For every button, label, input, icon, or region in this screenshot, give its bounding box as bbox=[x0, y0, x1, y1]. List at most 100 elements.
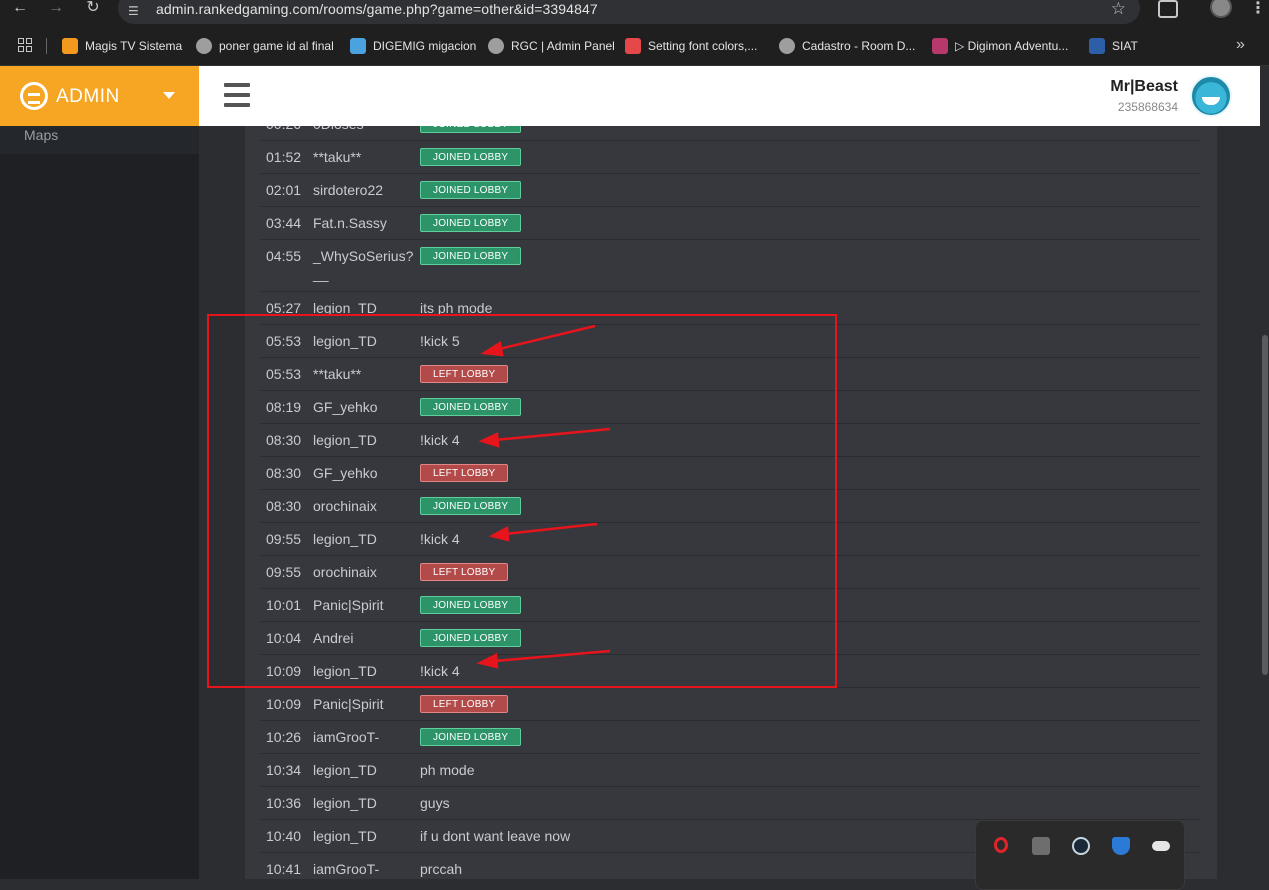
sidebar-item-label[interactable]: Maps bbox=[24, 127, 58, 143]
log-user[interactable]: **taku** bbox=[313, 366, 361, 382]
log-user-continued: __ bbox=[313, 266, 329, 282]
log-message: ph mode bbox=[420, 762, 475, 778]
forward-arrow-icon[interactable]: → bbox=[42, 0, 70, 18]
folder-icon[interactable] bbox=[1032, 837, 1050, 855]
bookmark-item[interactable]: poner game id al final bbox=[196, 37, 334, 55]
scrollbar-thumb[interactable] bbox=[1262, 335, 1268, 675]
url-text[interactable]: admin.rankedgaming.com/rooms/game.php?ga… bbox=[156, 1, 598, 17]
address-bar[interactable]: ☰ admin.rankedgaming.com/rooms/game.php?… bbox=[118, 0, 1140, 24]
log-user[interactable]: legion_TD bbox=[313, 531, 377, 547]
log-message: !kick 4 bbox=[420, 531, 460, 547]
bookmark-favicon-icon bbox=[1089, 38, 1105, 54]
log-time: 08:19 bbox=[266, 399, 302, 415]
joined-lobby-badge: JOINED LOBBY bbox=[420, 629, 522, 647]
log-user[interactable]: orochinaix bbox=[313, 564, 377, 580]
table-row: 09:55 orochinaix LEFT LOBBY bbox=[261, 556, 1201, 589]
brand-header[interactable]: ADMIN bbox=[0, 66, 199, 126]
bookmark-label[interactable]: Setting font colors,... bbox=[648, 39, 757, 53]
left-lobby-badge: LEFT LOBBY bbox=[420, 365, 509, 383]
log-user[interactable]: GF_yehko bbox=[313, 465, 378, 481]
log-user[interactable]: sirdotero22 bbox=[313, 182, 383, 198]
log-time: 03:44 bbox=[266, 215, 302, 231]
bookmark-label[interactable]: poner game id al final bbox=[219, 39, 334, 53]
brand-title: ADMIN bbox=[56, 86, 120, 107]
caret-down-icon[interactable] bbox=[163, 92, 175, 99]
log-message: guys bbox=[420, 795, 450, 811]
bookmark-label[interactable]: DIGEMIG migacion bbox=[373, 39, 476, 53]
log-user[interactable]: legion_TD bbox=[313, 795, 377, 811]
reload-icon[interactable]: ↻ bbox=[79, 0, 107, 18]
table-row: 10:36 legion_TD guys bbox=[261, 787, 1201, 820]
browser-profile-avatar[interactable] bbox=[1210, 0, 1232, 18]
log-time: 02:01 bbox=[266, 182, 302, 198]
bookmark-label[interactable]: Cadastro - Room D... bbox=[802, 39, 915, 53]
table-row: 08:19 GF_yehko JOINED LOBBY bbox=[261, 391, 1201, 424]
log-time: 10:40 bbox=[266, 828, 302, 844]
bookmark-item[interactable]: DIGEMIG migacion bbox=[350, 37, 476, 55]
log-user[interactable]: **taku** bbox=[313, 149, 361, 165]
log-user[interactable]: legion_TD bbox=[313, 432, 377, 448]
log-user[interactable]: legion_TD bbox=[313, 300, 377, 316]
apps-grid-icon[interactable] bbox=[18, 38, 32, 52]
log-user[interactable]: Fat.n.Sassy bbox=[313, 215, 387, 231]
log-user[interactable]: legion_TD bbox=[313, 663, 377, 679]
log-time: 10:04 bbox=[266, 630, 302, 646]
left-lobby-badge: LEFT LOBBY bbox=[420, 464, 509, 482]
hamburger-menu-icon[interactable] bbox=[224, 83, 250, 107]
log-user[interactable]: legion_TD bbox=[313, 828, 377, 844]
bookmark-item[interactable]: Magis TV Sistema bbox=[62, 37, 182, 55]
cloud-icon[interactable] bbox=[1152, 841, 1170, 851]
steam-icon[interactable] bbox=[1072, 837, 1090, 855]
bookmark-item[interactable]: ▷ Digimon Adventu... bbox=[932, 37, 1068, 55]
log-user[interactable]: _WhySoSerius? bbox=[313, 248, 413, 264]
log-message: its ph mode bbox=[420, 300, 493, 316]
bookmark-label[interactable]: ▷ Digimon Adventu... bbox=[955, 39, 1068, 53]
bookmark-label[interactable]: RGC | Admin Panel bbox=[511, 39, 615, 53]
bookmark-item[interactable]: RGC | Admin Panel bbox=[488, 37, 615, 55]
star-icon[interactable]: ☆ bbox=[1111, 0, 1126, 19]
table-row: 10:01 Panic|Spirit JOINED LOBBY bbox=[261, 589, 1201, 622]
bookmark-label[interactable]: Magis TV Sistema bbox=[85, 39, 182, 53]
joined-lobby-badge: JOINED LOBBY bbox=[420, 247, 522, 265]
log-user[interactable]: legion_TD bbox=[313, 762, 377, 778]
sidebar-item-maps[interactable]: Maps bbox=[0, 126, 199, 154]
bookmark-favicon-icon bbox=[779, 38, 795, 54]
bookmarks-separator bbox=[46, 38, 47, 54]
log-user[interactable]: orochinaix bbox=[313, 498, 377, 514]
table-row: 05:53 **taku** LEFT LOBBY bbox=[261, 358, 1201, 391]
site-info-icon[interactable]: ☰ bbox=[128, 4, 144, 18]
bookmark-item[interactable]: Cadastro - Room D... bbox=[779, 37, 915, 55]
bookmark-label[interactable]: SIAT bbox=[1112, 39, 1138, 53]
security-shield-icon[interactable] bbox=[1112, 837, 1130, 855]
menu-dots-icon[interactable]: ⋮ bbox=[1250, 0, 1266, 18]
bookmark-item[interactable]: Setting font colors,... bbox=[625, 37, 757, 55]
table-row: 02:01 sirdotero22 JOINED LOBBY bbox=[261, 174, 1201, 207]
log-time: 08:30 bbox=[266, 498, 302, 514]
table-row: 10:09 Panic|Spirit LEFT LOBBY bbox=[261, 688, 1201, 721]
joined-lobby-badge: JOINED LOBBY bbox=[420, 497, 522, 515]
joined-lobby-badge: JOINED LOBBY bbox=[420, 214, 522, 232]
brand-logo-icon bbox=[20, 82, 48, 110]
log-time: 05:53 bbox=[266, 333, 302, 349]
log-user[interactable]: GF_yehko bbox=[313, 399, 378, 415]
log-user[interactable]: 0Dioses bbox=[313, 126, 364, 132]
log-time: 01:52 bbox=[266, 149, 302, 165]
log-time: 10:36 bbox=[266, 795, 302, 811]
log-user[interactable]: Andrei bbox=[313, 630, 353, 646]
log-user[interactable]: Panic|Spirit bbox=[313, 696, 384, 712]
opera-icon[interactable] bbox=[994, 837, 1008, 853]
extensions-icon[interactable] bbox=[1158, 0, 1178, 18]
log-user[interactable]: iamGrooT- bbox=[313, 729, 379, 745]
log-time: 05:53 bbox=[266, 366, 302, 382]
log-user[interactable]: Panic|Spirit bbox=[313, 597, 384, 613]
log-user[interactable]: legion_TD bbox=[313, 333, 377, 349]
avatar[interactable] bbox=[1190, 75, 1232, 117]
user-name[interactable]: Mr|Beast bbox=[1110, 78, 1178, 96]
table-row: 00:26 0Dioses JOINED LOBBY bbox=[261, 126, 1201, 141]
left-lobby-badge: LEFT LOBBY bbox=[420, 563, 509, 581]
back-arrow-icon[interactable]: ← bbox=[6, 0, 34, 18]
log-user[interactable]: iamGrooT- bbox=[313, 861, 379, 877]
table-row: 08:30 GF_yehko LEFT LOBBY bbox=[261, 457, 1201, 490]
bookmarks-more-icon[interactable]: » bbox=[1236, 36, 1245, 54]
bookmark-item[interactable]: SIAT bbox=[1089, 37, 1138, 55]
